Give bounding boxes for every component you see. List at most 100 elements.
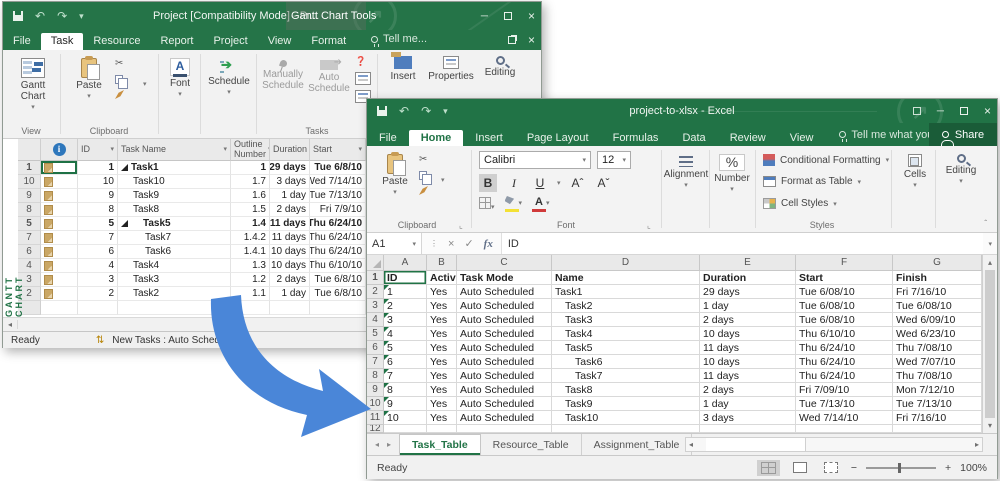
paste-button[interactable]: Paste ▾ xyxy=(377,152,413,197)
expand-triangle-icon[interactable] xyxy=(121,220,128,227)
paste-button[interactable]: Paste ▾ xyxy=(69,56,109,101)
vertical-scrollbar[interactable]: ▴ ▾ xyxy=(982,255,997,433)
cell-info[interactable] xyxy=(41,175,78,189)
cell-active[interactable]: Yes xyxy=(427,327,457,341)
cell-info[interactable] xyxy=(41,231,78,245)
cell-info[interactable] xyxy=(41,273,78,287)
cell-id[interactable]: 4 xyxy=(384,327,427,341)
cell-outline-number[interactable]: 1.7 xyxy=(231,175,270,189)
cut-icon[interactable]: ✂ xyxy=(419,154,428,165)
ribbon-display-options-icon[interactable] xyxy=(912,107,921,115)
share-button[interactable]: Share xyxy=(929,123,997,146)
project-ribbon-tab[interactable]: Format xyxy=(301,33,356,50)
borders-button[interactable]: ▾ xyxy=(479,196,495,212)
cell-outline-number[interactable]: 1.6 xyxy=(231,189,270,203)
save-icon[interactable] xyxy=(13,11,23,21)
cell-outline-number[interactable]: 1 xyxy=(231,161,270,175)
cell-active[interactable]: Yes xyxy=(427,341,457,355)
cell-duration[interactable]: 10 days xyxy=(270,245,310,259)
outline-number-column-header[interactable]: Outline Number▾ xyxy=(231,139,270,161)
customize-quick-access-icon[interactable]: ▾ xyxy=(79,11,84,22)
cell-info[interactable] xyxy=(41,189,78,203)
cell-task-name[interactable]: Task1 xyxy=(118,161,231,175)
name-box[interactable]: A1 ▾ xyxy=(367,233,422,254)
cell-task-mode[interactable]: Auto Scheduled xyxy=(457,341,552,355)
row-header-corner[interactable] xyxy=(18,139,41,161)
excel-ribbon-tab[interactable]: Page Layout xyxy=(515,130,601,146)
cell-id[interactable]: 4 xyxy=(78,259,118,273)
cell-f1[interactable]: Start xyxy=(796,271,893,285)
cell-name[interactable]: Task8 xyxy=(552,383,700,397)
scroll-down-icon[interactable]: ▾ xyxy=(983,421,997,430)
cell-outline-number[interactable]: 1.3 xyxy=(231,259,270,273)
enter-icon[interactable]: ✓ xyxy=(464,237,473,250)
cell-duration[interactable]: 11 days xyxy=(270,231,310,245)
excel-ribbon-tab[interactable]: Formulas xyxy=(601,130,671,146)
copy-dropdown-icon[interactable]: ▾ xyxy=(441,176,445,184)
cell-duration[interactable]: 2 days xyxy=(270,203,310,217)
cell-info[interactable] xyxy=(41,245,78,259)
underline-dropdown-icon[interactable]: ▾ xyxy=(557,179,561,187)
cell-d1[interactable]: Name xyxy=(552,271,700,285)
cell-start[interactable]: Wed 7/14/10 xyxy=(310,175,366,189)
cell-name[interactable]: Task4 xyxy=(552,327,700,341)
cell-duration[interactable]: 29 days xyxy=(700,285,796,299)
row-number[interactable]: 7 xyxy=(18,231,41,245)
cell-task-name[interactable]: Task9 xyxy=(118,189,231,203)
minimize-icon[interactable]: ─ xyxy=(937,106,944,117)
column-header[interactable]: D xyxy=(552,255,700,271)
move-task-icon[interactable] xyxy=(355,72,371,85)
cell-styles-button[interactable]: Cell Styles ▾ xyxy=(763,198,837,209)
cell-active[interactable]: Yes xyxy=(427,411,457,425)
formula-input[interactable]: ID xyxy=(501,233,984,254)
cell-name[interactable]: Task7 xyxy=(552,369,700,383)
cell-info[interactable] xyxy=(41,161,78,175)
cell-duration[interactable]: 10 days xyxy=(270,259,310,273)
cell-finish[interactable]: Fri 7/16/10 xyxy=(893,285,982,299)
cell-start[interactable]: Tue 6/8/10 xyxy=(310,273,366,287)
cell-id[interactable]: 7 xyxy=(384,369,427,383)
excel-ribbon-tab[interactable]: File xyxy=(367,130,409,146)
cell-e1[interactable]: Duration xyxy=(700,271,796,285)
cell-finish[interactable]: Fri 7/16/10 xyxy=(893,411,982,425)
cell-name[interactable]: Task5 xyxy=(552,341,700,355)
cell-info[interactable] xyxy=(41,203,78,217)
cell-id[interactable]: 9 xyxy=(78,189,118,203)
start-column-header[interactable]: Start ▾ xyxy=(310,139,366,161)
cell-task-name[interactable]: Task7 xyxy=(118,231,231,245)
cell-outline-number[interactable]: 1.4.1 xyxy=(231,245,270,259)
cell-duration[interactable]: 10 days xyxy=(700,327,796,341)
cell-duration[interactable]: 29 days xyxy=(270,161,310,175)
minimize-icon[interactable]: ─ xyxy=(481,11,488,22)
scroll-left-icon[interactable]: ◂ xyxy=(3,320,19,329)
cell-duration[interactable]: 3 days xyxy=(700,411,796,425)
cell-task-name[interactable]: Task8 xyxy=(118,203,231,217)
scrollbar-thumb[interactable] xyxy=(706,438,807,451)
zoom-slider-thumb[interactable] xyxy=(898,462,901,473)
page-break-view-button[interactable] xyxy=(820,460,842,475)
cell-id[interactable]: 10 xyxy=(78,175,118,189)
font-name-select[interactable]: Calibri ▾ xyxy=(479,151,591,169)
close-icon[interactable]: × xyxy=(984,104,991,118)
cell-active[interactable]: Yes xyxy=(427,299,457,313)
font-size-select[interactable]: 12 ▾ xyxy=(597,151,631,169)
row-number[interactable]: 8 xyxy=(18,203,41,217)
maximize-icon[interactable] xyxy=(959,107,968,115)
cell-id[interactable]: 6 xyxy=(384,355,427,369)
cell-finish[interactable]: Wed 6/09/10 xyxy=(893,313,982,327)
cell-finish[interactable]: Mon 7/12/10 xyxy=(893,383,982,397)
auto-schedule-button[interactable]: Auto Schedule xyxy=(307,57,351,94)
cell-finish[interactable]: Thu 7/08/10 xyxy=(893,341,982,355)
cell-start[interactable]: Tue 6/08/10 xyxy=(796,313,893,327)
cell-duration[interactable]: 1 day xyxy=(700,397,796,411)
cell-active[interactable]: Yes xyxy=(427,285,457,299)
project-ribbon-tab[interactable]: Resource xyxy=(83,33,150,50)
duration-column-header[interactable]: Duration▾ xyxy=(270,139,310,161)
cell-task-name[interactable]: Task6 xyxy=(118,245,231,259)
cell-name[interactable]: Task3 xyxy=(552,313,700,327)
cell-start[interactable]: Thu 6/24/10 xyxy=(310,245,366,259)
cell-info[interactable] xyxy=(41,217,78,231)
column-header[interactable]: C xyxy=(457,255,552,271)
task-name-column-header[interactable]: Task Name ▾ xyxy=(118,139,231,161)
id-column-header[interactable]: ID ▾ xyxy=(78,139,118,161)
